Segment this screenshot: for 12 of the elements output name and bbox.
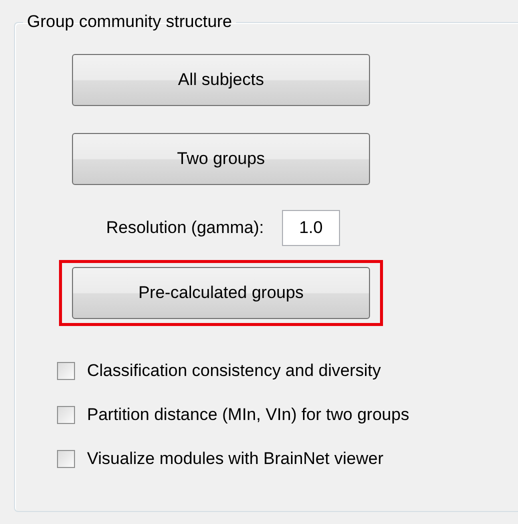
checkbox[interactable] <box>57 450 75 468</box>
checkbox-label: Visualize modules with BrainNet viewer <box>87 449 384 469</box>
checkbox[interactable] <box>57 406 75 424</box>
resolution-field[interactable]: 1.0 <box>282 210 340 246</box>
checkbox-label: Classification consistency and diversity <box>87 361 381 381</box>
checkbox[interactable] <box>57 362 75 380</box>
checkbox-label: Partition distance (MIn, VIn) for two groups <box>87 405 410 425</box>
push-button[interactable]: Two groups <box>72 133 370 185</box>
resolution-label: Resolution (gamma): <box>106 218 264 238</box>
push-button[interactable]: Pre-calculated groups <box>72 267 370 319</box>
group-title: Group community structure <box>26 12 234 32</box>
push-button[interactable]: All subjects <box>72 54 370 106</box>
